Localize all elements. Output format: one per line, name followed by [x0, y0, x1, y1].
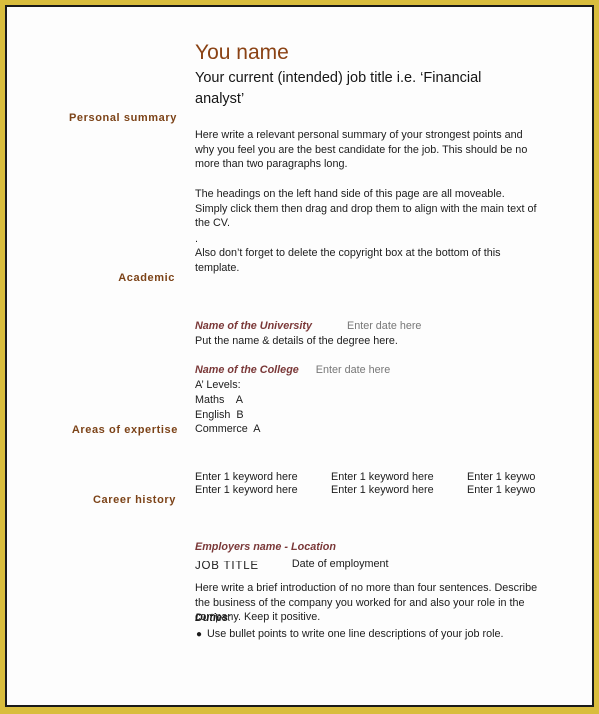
duties-label[interactable]: Duties [195, 612, 228, 624]
degree-details[interactable]: Put the name & details of the degree her… [195, 334, 398, 349]
university-date[interactable]: Enter date here [347, 320, 421, 332]
keyword-row: Enter 1 keyword here Enter 1 keyword here… [195, 471, 535, 484]
keyword-cell[interactable]: Enter 1 keyword here [195, 471, 331, 484]
duty-text[interactable]: Use bullet points to write one line desc… [207, 627, 503, 642]
summary-paragraph-2[interactable]: The headings on the left hand side of th… [195, 187, 540, 231]
bullet-icon: ● [196, 629, 203, 640]
duties-colon: : [228, 612, 231, 624]
job-title-clip: JOB TITLE [195, 561, 259, 572]
cv-page: You name Your current (intended) job tit… [7, 7, 592, 705]
college-line[interactable]: A’ Levels: [195, 378, 241, 393]
keyword-cell[interactable]: Enter 1 keyword here [331, 471, 467, 484]
duties-heading: Duties: [195, 611, 231, 626]
employer-location[interactable]: Employers name - Location [195, 540, 336, 555]
summary-paragraph-1[interactable]: Here write a relevant personal summary o… [195, 128, 540, 172]
college-date[interactable]: Enter date here [316, 364, 390, 376]
keyword-cell[interactable]: Enter 1 keyword here [331, 484, 467, 497]
keyword-cell[interactable]: Enter 1 keyword here [467, 471, 535, 484]
duty-item: ● Use bullet points to write one line de… [196, 627, 503, 643]
heading-academic[interactable]: Academic [118, 272, 175, 284]
college-name[interactable]: Name of the College [195, 364, 299, 376]
candidate-name[interactable]: You name [195, 41, 289, 65]
college-line[interactable]: Commerce A [195, 422, 260, 437]
keyword-cell[interactable]: Enter 1 keyword here [195, 484, 331, 497]
heading-personal-summary[interactable]: Personal summary [69, 112, 177, 124]
college-line[interactable]: Maths A [195, 393, 243, 408]
intended-job-title[interactable]: Your current (intended) job title i.e. ‘… [195, 68, 515, 110]
summary-paragraph-3[interactable]: Also don’t forget to delete the copyrigh… [195, 246, 540, 275]
college-row: Name of the College Enter date here [195, 363, 390, 378]
heading-career-history[interactable]: Career history [93, 494, 176, 506]
keyword-cell[interactable]: Enter 1 keyword here [467, 484, 535, 497]
college-line[interactable]: English B [195, 408, 244, 423]
university-row: Name of the University Enter date here [195, 319, 421, 334]
job-row: JOB TITLE Date of employment [195, 557, 389, 572]
university-name[interactable]: Name of the University [195, 320, 312, 332]
career-intro[interactable]: Here write a brief introduction of no mo… [195, 581, 540, 625]
employment-date[interactable]: Date of employment [292, 558, 389, 570]
summary-dot: . [195, 233, 198, 245]
keyword-row: Enter 1 keyword here Enter 1 keyword here… [195, 484, 535, 497]
heading-areas-of-expertise[interactable]: Areas of expertise [72, 424, 178, 436]
job-title[interactable]: JOB TITLE [195, 561, 259, 572]
